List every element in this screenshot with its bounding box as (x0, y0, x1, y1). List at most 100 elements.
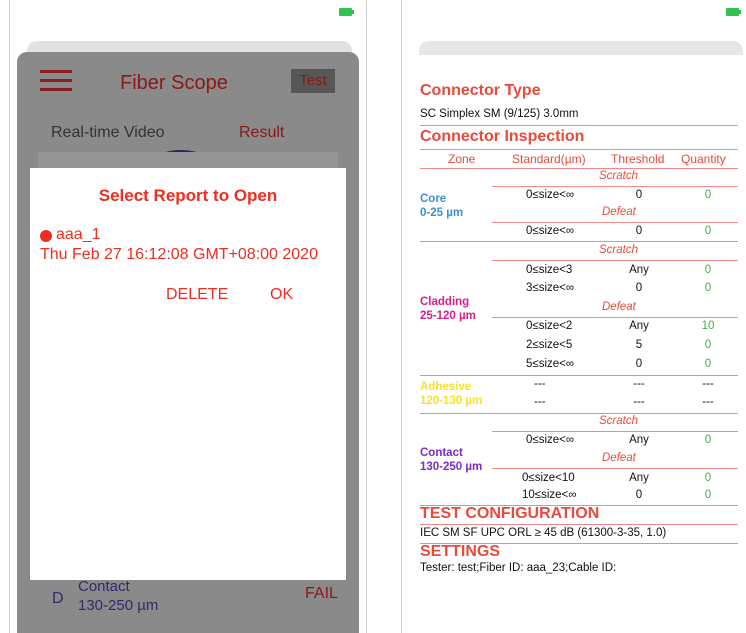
divider (492, 260, 738, 261)
divider (420, 375, 738, 376)
connector-type-title: Connector Type (420, 82, 541, 99)
adh1-threshold: --- (633, 378, 645, 390)
zone-contact: Contact 130-250 µm (420, 446, 482, 474)
report-dialog: Select Report to Open aaa_1 Thu Feb 27 1… (30, 168, 346, 580)
image-frame (38, 152, 338, 168)
adh2-quantity: --- (702, 396, 714, 408)
zone-range: 130-250 µm (78, 597, 159, 614)
divider (492, 317, 738, 318)
clad-d1-threshold: Any (629, 320, 649, 332)
adh1-quantity: --- (702, 378, 714, 390)
zone-cladding: Cladding 25-120 µm (420, 295, 476, 323)
cladding-defeat-label: Defeat (602, 301, 636, 313)
clad-s2-quantity: 0 (704, 282, 712, 294)
cont-d2-standard: 10≤size<∞ (522, 489, 577, 501)
zone-core: Core 0-25 µm (420, 192, 463, 220)
header-quantity: Quantity (681, 152, 726, 166)
dialog-title: Select Report to Open (98, 186, 278, 205)
cont-s1-threshold: Any (629, 434, 649, 446)
test-config-value: IEC SM SF UPC ORL ≥ 45 dB (61300-3-35, 1… (420, 527, 667, 539)
divider (420, 149, 738, 150)
adh2-threshold: --- (633, 396, 645, 408)
menu-icon[interactable] (40, 70, 72, 92)
cont-s1-standard: 0≤size<∞ (526, 434, 575, 446)
core-scratch-label: Scratch (599, 170, 638, 182)
test-button[interactable]: Test (291, 69, 335, 93)
header-standard: Standard(µm) (512, 152, 586, 166)
ok-button[interactable]: OK (270, 286, 293, 304)
zone-label: Contact 130-250 µm (78, 577, 158, 615)
divider (420, 241, 738, 242)
clad-d3-quantity: 0 (704, 358, 712, 370)
zone-core-range: 0-25 µm (420, 207, 464, 219)
core-defeat-threshold: 0 (635, 225, 643, 237)
clad-d3-threshold: 0 (635, 358, 643, 370)
cont-d1-threshold: Any (629, 472, 649, 484)
test-config-title: TEST CONFIGURATION (420, 505, 600, 522)
cont-d1-quantity: 0 (704, 472, 712, 484)
divider (420, 168, 738, 169)
divider (492, 431, 738, 432)
battery-icon (339, 8, 354, 16)
header-zone: Zone (448, 152, 476, 166)
zone-contact-name: Contact (420, 447, 463, 459)
zone-status: FAIL (305, 585, 338, 602)
core-defeat-standard: 0≤size<∞ (526, 225, 575, 237)
zone-adhesive: Adhesive 120-130 µm (420, 380, 482, 408)
connector-type-value: SC Simplex SM (9/125) 3.0mm (420, 108, 579, 120)
core-defeat-quantity: 0 (704, 225, 712, 237)
zone-adhesive-range: 120-130 µm (420, 395, 483, 407)
inspection-title: Connector Inspection (420, 128, 585, 145)
settings-value: Tester: test;Fiber ID: aaa_23;Cable ID: (420, 562, 617, 574)
tab-result[interactable]: Result (239, 124, 284, 142)
right-screen: Connector Type SC Simplex SM (9/125) 3.0… (401, 0, 746, 633)
clad-d2-quantity: 0 (704, 339, 712, 351)
clad-s1-quantity: 0 (704, 264, 712, 276)
core-scratch-quantity: 0 (704, 189, 712, 201)
clad-d2-standard: 2≤size<5 (526, 339, 573, 351)
report-date[interactable]: Thu Feb 27 16:12:08 GMT+08:00 2020 (40, 246, 318, 264)
tab-realtime-video[interactable]: Real-time Video (51, 124, 165, 142)
header-threshold: Threshold (611, 152, 665, 166)
divider (420, 125, 738, 126)
divider (420, 524, 738, 525)
contact-scratch-label: Scratch (599, 415, 638, 427)
clad-s2-threshold: 0 (635, 282, 643, 294)
cont-d2-quantity: 0 (704, 489, 712, 501)
adh2-standard: --- (534, 396, 546, 408)
zone-core-name: Core (420, 193, 447, 205)
clad-s2-standard: 3≤size<∞ (526, 282, 575, 294)
core-scratch-threshold: 0 (635, 189, 643, 201)
selected-dot-icon (40, 230, 52, 242)
divider (420, 413, 738, 414)
zone-contact-range: 130-250 µm (420, 461, 483, 473)
zone-cladding-range: 25-120 µm (420, 310, 476, 322)
sheet-handle (419, 41, 743, 55)
cladding-scratch-label: Scratch (599, 244, 638, 256)
battery-icon (726, 8, 741, 16)
divider (492, 186, 738, 187)
zone-adhesive-name: Adhesive (420, 381, 472, 393)
adh1-standard: --- (534, 378, 546, 390)
zone-letter: D (52, 590, 64, 607)
clad-d2-threshold: 5 (635, 339, 643, 351)
left-screen: Fiber Scope Test Real-time Video Result … (9, 0, 367, 633)
app-title: Fiber Scope (120, 72, 228, 94)
zone-cladding-name: Cladding (420, 296, 470, 308)
core-defeat-label: Defeat (602, 206, 636, 218)
clad-d1-quantity: 10 (701, 320, 715, 332)
delete-button[interactable]: DELETE (166, 286, 228, 304)
clad-s1-threshold: Any (629, 264, 649, 276)
cont-d2-threshold: 0 (635, 489, 643, 501)
clad-s1-standard: 0≤size<3 (526, 264, 573, 276)
core-scratch-standard: 0≤size<∞ (526, 189, 575, 201)
zone-name: Contact (78, 578, 130, 595)
clad-d1-standard: 0≤size<2 (526, 320, 573, 332)
contact-defeat-label: Defeat (602, 452, 636, 464)
cont-s1-quantity: 0 (704, 434, 712, 446)
divider (492, 222, 738, 223)
settings-title: SETTINGS (420, 543, 501, 560)
report-name[interactable]: aaa_1 (56, 226, 101, 244)
divider (492, 468, 738, 469)
cont-d1-standard: 0≤size<10 (522, 472, 575, 484)
